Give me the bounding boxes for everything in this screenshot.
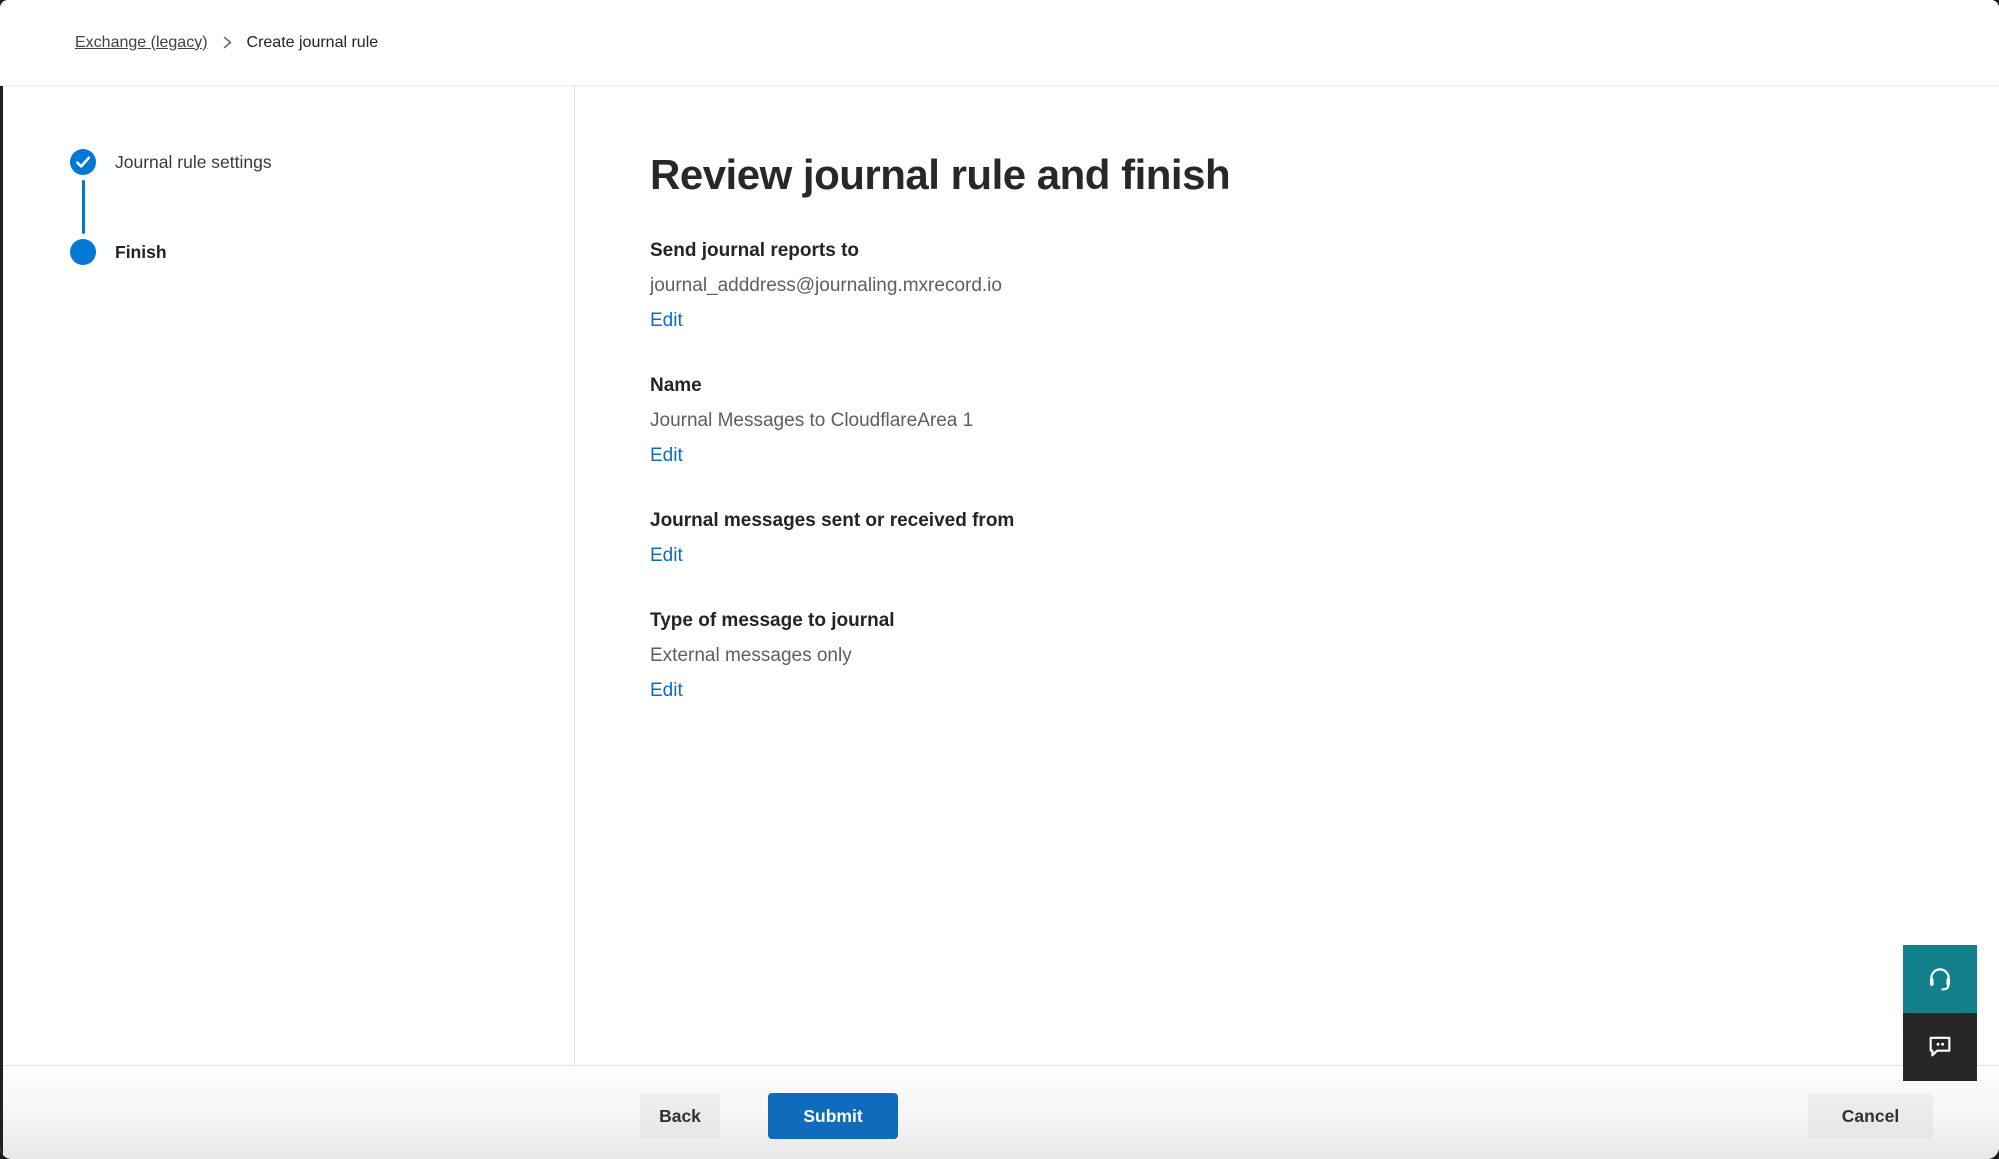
field-value: Journal Messages to CloudflareArea 1 bbox=[650, 403, 1999, 438]
feedback-icon bbox=[1926, 1032, 1954, 1063]
edit-journal-messages-link[interactable]: Edit bbox=[650, 538, 683, 573]
field-label: Send journal reports to bbox=[650, 233, 1999, 268]
chevron-right-icon bbox=[222, 35, 233, 50]
wizard-step-journal-rule-settings[interactable]: Journal rule settings bbox=[69, 148, 574, 176]
edit-send-journal-reports-link[interactable]: Edit bbox=[650, 303, 683, 338]
step-current-dot-icon bbox=[69, 238, 97, 266]
submit-button[interactable]: Submit bbox=[768, 1093, 898, 1139]
field-journal-messages-sent-or-received: Journal messages sent or received from E… bbox=[650, 503, 1999, 573]
wizard-step-finish[interactable]: Finish bbox=[69, 238, 574, 266]
edit-type-of-message-link[interactable]: Edit bbox=[650, 673, 683, 708]
field-label: Type of message to journal bbox=[650, 603, 1999, 638]
feedback-button[interactable] bbox=[1903, 1013, 1977, 1081]
review-content: Review journal rule and finish Send jour… bbox=[575, 86, 1999, 1065]
field-send-journal-reports-to: Send journal reports to journal_adddress… bbox=[650, 233, 1999, 338]
field-value: journal_adddress@journaling.mxrecord.io bbox=[650, 268, 1999, 303]
cancel-button[interactable]: Cancel bbox=[1808, 1093, 1933, 1139]
page-title: Review journal rule and finish bbox=[650, 147, 1999, 203]
field-label: Name bbox=[650, 368, 1999, 403]
window-left-edge bbox=[0, 86, 3, 1159]
wizard-body: Journal rule settings Finish Review jour… bbox=[0, 86, 1999, 1065]
breadcrumb-create-journal-rule: Create journal rule bbox=[247, 34, 379, 52]
topbar: Exchange (legacy) Create journal rule bbox=[0, 0, 1999, 86]
wizard-steps-panel: Journal rule settings Finish bbox=[0, 86, 575, 1065]
field-type-of-message-to-journal: Type of message to journal External mess… bbox=[650, 603, 1999, 708]
field-value: External messages only bbox=[650, 638, 1999, 673]
breadcrumb-exchange-legacy[interactable]: Exchange (legacy) bbox=[75, 34, 208, 52]
help-button[interactable] bbox=[1903, 945, 1977, 1013]
field-name: Name Journal Messages to CloudflareArea … bbox=[650, 368, 1999, 473]
footer-left-buttons: Back Submit bbox=[640, 1093, 898, 1139]
step-label-finish: Finish bbox=[115, 242, 167, 263]
back-button[interactable]: Back bbox=[640, 1093, 720, 1139]
edit-name-link[interactable]: Edit bbox=[650, 438, 683, 473]
field-label: Journal messages sent or received from bbox=[650, 503, 1999, 538]
app-window: Exchange (legacy) Create journal rule Jo… bbox=[0, 0, 1999, 1159]
floating-buttons bbox=[1903, 945, 1977, 1081]
wizard-footer: Back Submit Cancel bbox=[0, 1065, 1999, 1159]
step-label-journal-rule-settings: Journal rule settings bbox=[115, 152, 272, 173]
step-connector-line bbox=[82, 180, 85, 234]
step-completed-check-icon bbox=[69, 148, 97, 176]
breadcrumb: Exchange (legacy) Create journal rule bbox=[75, 34, 378, 52]
headset-icon bbox=[1926, 964, 1954, 995]
